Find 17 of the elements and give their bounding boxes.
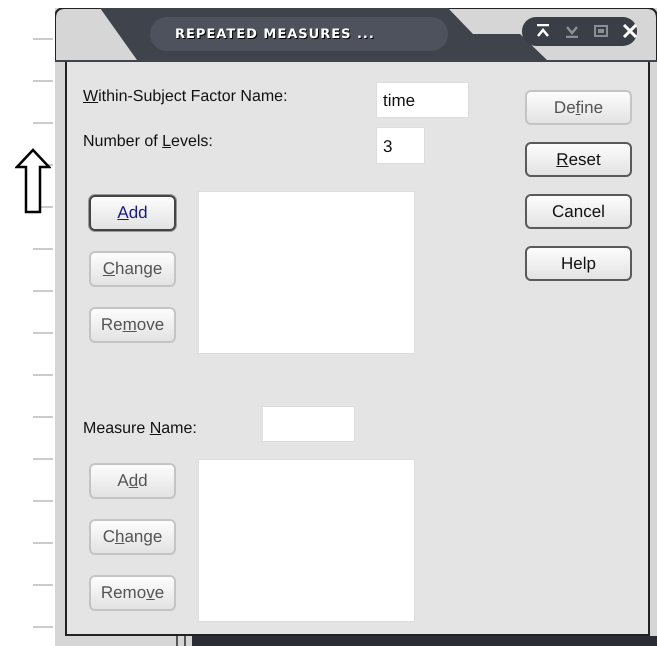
levels-field[interactable]: 3 (376, 127, 425, 164)
dialog-button[interactable]: Cancel (525, 194, 632, 229)
levels-label: Number of Levels: (83, 132, 214, 151)
list-button[interactable]: Add (89, 195, 176, 231)
measure-name-field[interactable] (262, 406, 355, 442)
expand-icon[interactable] (564, 24, 580, 38)
close-icon[interactable] (622, 24, 638, 38)
factor-name-field[interactable]: time (376, 82, 469, 118)
dialog-button[interactable]: Help (525, 246, 632, 281)
measure-name-label: Measure Name: (83, 419, 198, 438)
resize-grip[interactable] (170, 636, 192, 646)
factor-name-label: Within-Subject Factor Name: (83, 87, 289, 106)
restore-icon[interactable] (593, 24, 609, 38)
up-arrow-icon (15, 148, 51, 214)
window-title: REPEATED MEASURES ... (175, 27, 375, 42)
dialog-button[interactable]: Reset (525, 142, 632, 177)
collapse-icon[interactable] (535, 24, 551, 38)
